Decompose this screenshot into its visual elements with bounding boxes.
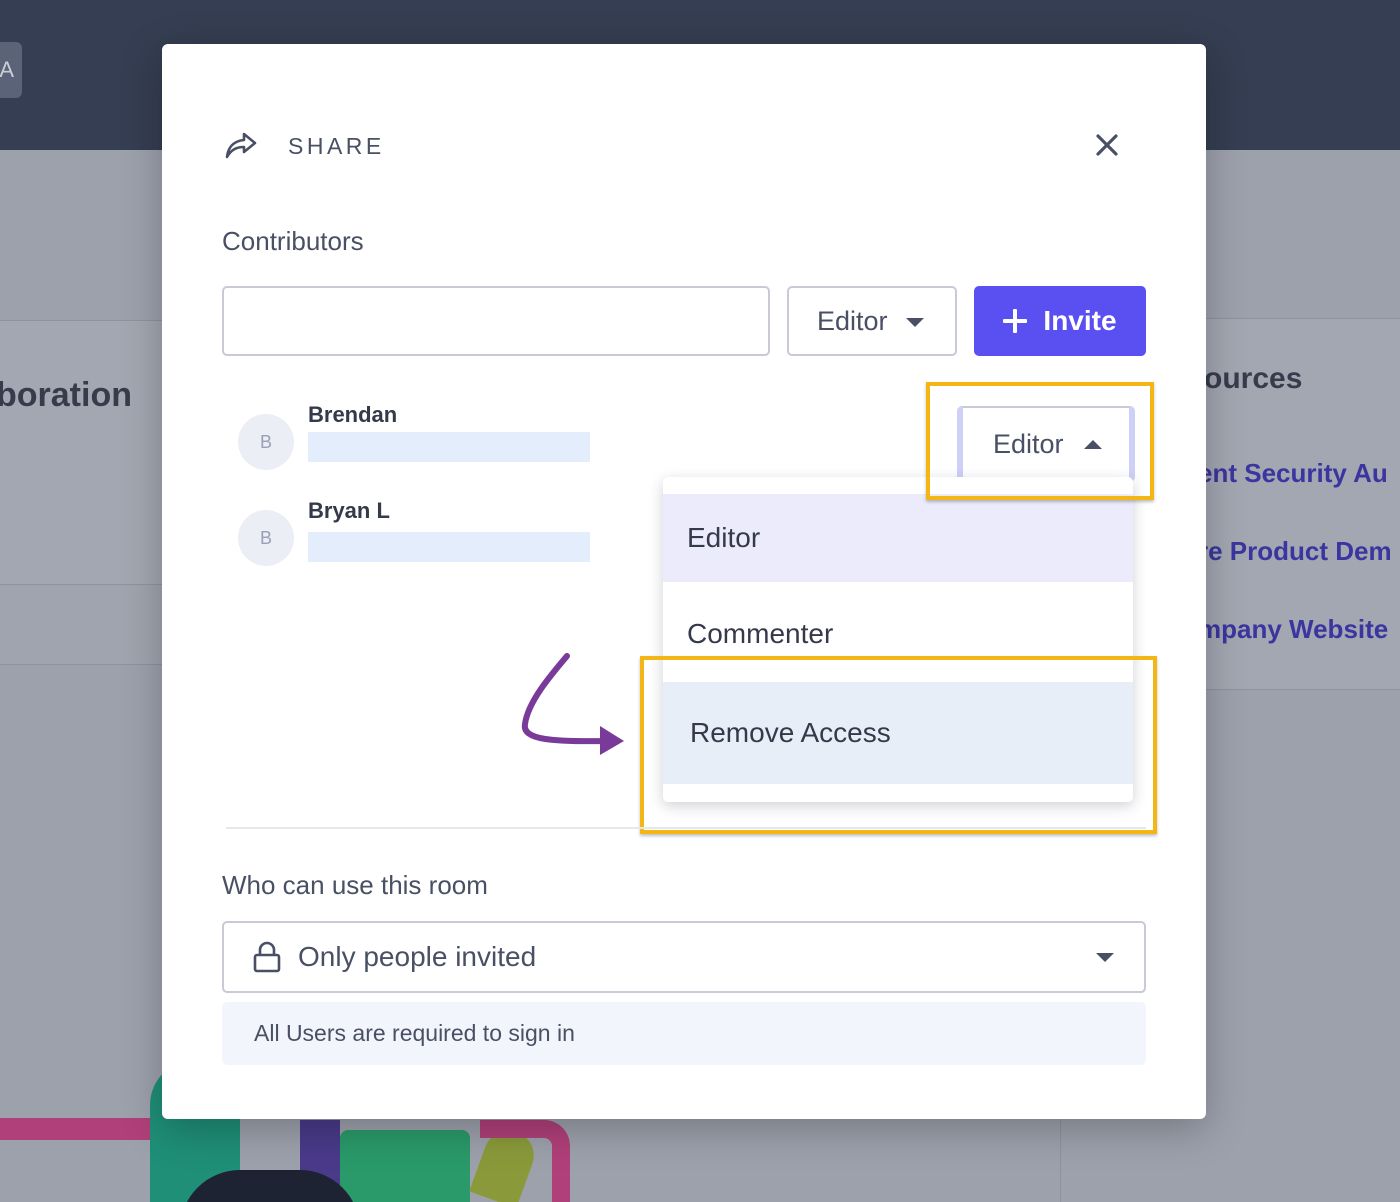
modal-title: SHARE	[288, 132, 385, 159]
app-left-panel-lower	[0, 585, 180, 665]
close-icon[interactable]	[1092, 130, 1122, 160]
dropdown-option-remove-access[interactable]: Remove Access	[663, 682, 1133, 784]
modal-header: SHARE	[222, 128, 385, 164]
contributor-email-redacted	[308, 432, 590, 462]
avatar: B	[238, 510, 294, 566]
invite-email-input[interactable]	[222, 286, 770, 356]
avatar: B	[238, 414, 294, 470]
lock-icon	[253, 941, 281, 973]
invite-role-select[interactable]: Editor	[787, 286, 957, 356]
invite-button-label: Invite	[1043, 305, 1117, 336]
illustration-shape	[480, 1120, 570, 1202]
app-resources-title: ources	[1204, 362, 1303, 395]
caret-down-icon	[905, 317, 924, 327]
app-resource-link: mpany Website	[1198, 614, 1389, 644]
room-access-note: All Users are required to sign in	[222, 1002, 1146, 1065]
room-access-label: Who can use this room	[222, 870, 488, 900]
contributor-role-select[interactable]: Editor	[957, 406, 1135, 482]
app-resource-link: re Product Dem	[1198, 536, 1392, 566]
dropdown-option-commenter[interactable]: Commenter	[663, 589, 1133, 679]
app-left-panel	[0, 320, 180, 585]
illustration-shape	[340, 1130, 470, 1202]
caret-down-icon	[1096, 953, 1114, 962]
section-divider	[226, 827, 1146, 829]
share-icon	[225, 132, 257, 159]
plus-icon	[1003, 309, 1028, 333]
contributor-role-label: Editor	[993, 428, 1064, 459]
share-modal: SHARE Contributors Editor Invite B Brend…	[162, 44, 1206, 1119]
contributor-name: Brendan	[308, 402, 398, 427]
app-left-title: boration	[0, 376, 132, 414]
contributor-name: Bryan L	[308, 498, 390, 523]
room-access-select[interactable]: Only people invited	[222, 921, 1146, 993]
invite-button[interactable]: Invite	[974, 286, 1146, 356]
caret-up-icon	[1083, 439, 1102, 449]
illustration-shape	[0, 1118, 170, 1140]
annotation-arrow	[521, 653, 624, 755]
app-resource-link: ent Security Au	[1198, 458, 1388, 488]
contributor-email-redacted	[308, 532, 590, 562]
app-avatar-chip: A	[0, 42, 22, 98]
room-access-value: Only people invited	[298, 941, 537, 972]
role-dropdown-menu: Editor Commenter Remove Access	[663, 477, 1133, 802]
contributors-label: Contributors	[222, 226, 364, 256]
invite-role-label: Editor	[817, 305, 888, 336]
dropdown-option-editor[interactable]: Editor	[663, 494, 1133, 582]
